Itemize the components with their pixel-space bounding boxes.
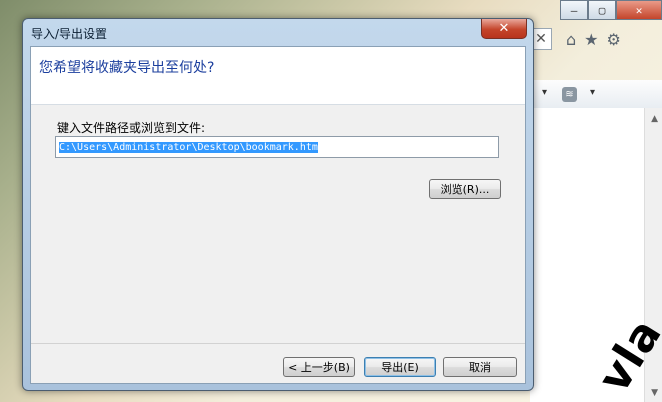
browser-caption-buttons: — ▢ ✕ — [560, 0, 662, 20]
gear-icon[interactable]: ⚙ — [607, 30, 621, 49]
dialog-close-button[interactable]: ✕ — [481, 19, 527, 39]
scroll-down-icon[interactable]: ▼ — [651, 388, 658, 398]
dialog-header-band: 您希望将收藏夹导出至何处? — [31, 47, 525, 105]
browser-close-button[interactable]: ✕ — [616, 0, 662, 20]
cancel-button[interactable]: 取消 — [443, 357, 517, 377]
command-bar: ▾ ≋ ▾ — [530, 80, 662, 109]
dialog-body: 您希望将收藏夹导出至何处? 键入文件路径或浏览到文件: C:\Users\Adm… — [30, 46, 526, 384]
rss-dropdown-icon[interactable]: ▾ — [590, 87, 595, 98]
maximize-button[interactable]: ▢ — [588, 0, 616, 20]
dialog-heading: 您希望将收藏夹导出至何处? — [39, 60, 215, 76]
rss-icon[interactable]: ≋ — [562, 87, 577, 102]
star-icon[interactable]: ★ — [584, 30, 598, 49]
scroll-up-icon[interactable]: ▲ — [651, 114, 658, 124]
import-export-dialog: 导入/导出设置 ✕ 您希望将收藏夹导出至何处? 键入文件路径或浏览到文件: C:… — [22, 18, 534, 391]
chevron-down-icon[interactable]: ▾ — [542, 87, 547, 98]
back-button[interactable]: < 上一步(B) — [283, 357, 355, 377]
minimize-button[interactable]: — — [560, 0, 588, 20]
path-label: 键入文件路径或浏览到文件: — [57, 121, 206, 135]
home-icon[interactable]: ⌂ — [566, 30, 576, 49]
file-path-value: C:\Users\Administrator\Desktop\bookmark.… — [59, 142, 318, 153]
dialog-title: 导入/导出设置 — [31, 27, 108, 41]
browse-button[interactable]: 浏览(R)... — [429, 179, 501, 199]
footer-divider — [31, 343, 525, 344]
export-button[interactable]: 导出(E) — [364, 357, 436, 377]
browser-toolbar-icons: ⌂ ★ ⚙ — [566, 30, 621, 49]
file-path-input[interactable]: C:\Users\Administrator\Desktop\bookmark.… — [55, 136, 499, 158]
